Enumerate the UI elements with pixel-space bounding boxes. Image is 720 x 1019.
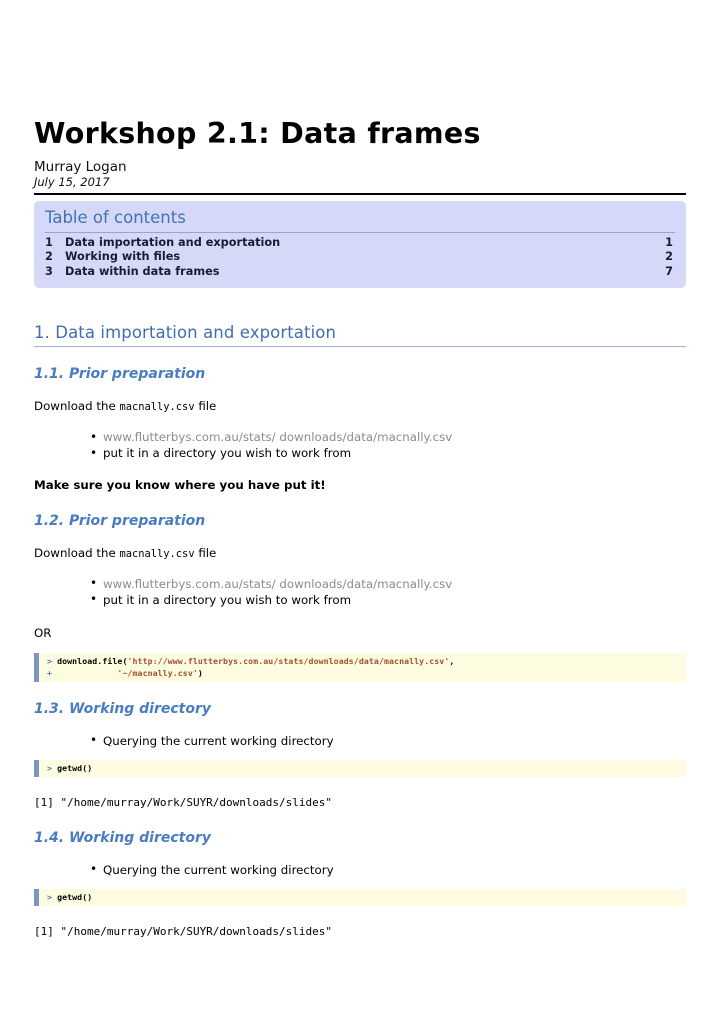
code-function-name: getwd() [57,891,93,902]
toc-entry-label: Working with files [65,250,181,264]
filename-code-1-1: macnally.csv [119,401,195,414]
toc-entry[interactable]: 1 Data importation and exportation 1 [45,236,675,251]
r-prompt-icon: > [47,891,58,902]
list-item: put it in a directory you wish to work f… [90,445,686,462]
code-string-destination: '~/macnally.csv' [117,667,198,678]
bullet-list-1-4: Querying the current working directory [34,861,686,878]
bullet-list-1-3: Querying the current working directory [34,732,686,749]
toc-entry-page: 1 [665,235,673,249]
document-page: Workshop 2.1: Data frames Murray Logan J… [0,0,720,1019]
section-heading-1-2: 1.2. Prior preparation [34,512,206,529]
or-label: OR [34,626,52,641]
code-comma: , [449,656,455,667]
list-item: www.flutterbys.com.au/stats/ downloads/d… [90,575,686,592]
bullet-list-1-1: www.flutterbys.com.au/stats/ downloads/d… [34,429,686,462]
document-author: Murray Logan [34,158,127,175]
table-of-contents: Table of contents 1 Data importation and… [34,200,686,288]
title-divider [34,192,686,195]
section-heading-1-3: 1.3. Working directory [34,701,212,718]
toc-entry-label: Data importation and exportation [65,235,281,249]
download-url-link[interactable]: www.flutterbys.com.au/stats/ downloads/d… [103,430,452,444]
r-prompt-icon: > [47,656,58,667]
section-heading-1: 1. Data importation and exportation [34,322,337,342]
toc-entry-label: Data within data frames [65,264,220,278]
code-string-url: 'http://www.flutterbys.com.au/stats/down… [127,656,450,667]
section-1-divider [34,345,686,347]
code-output-1: [1] "/home/murray/Work/SUYR/downloads/sl… [34,796,333,810]
section-heading-1-4: 1.4. Working directory [34,830,212,847]
toc-entry[interactable]: 2 Working with files 2 [45,250,675,265]
download-text-before: Download the [34,399,120,414]
download-instruction-1-2: Download the macnally.csv file [34,546,686,562]
emphasis-note-1-1: Make sure you know where you have put it… [34,477,326,492]
list-item: Querying the current working directory [90,861,686,878]
code-block-getwd-1: > getwd() [34,759,686,778]
filename-code-1-2: macnally.csv [119,547,195,560]
toc-entry-page: 2 [665,250,673,264]
code-block-getwd-2: > getwd() [34,888,686,907]
toc-entry-number: 1 [45,235,53,249]
toc-entry-number: 3 [45,264,53,278]
code-function-name: getwd() [57,762,93,773]
page-title: Workshop 2.1: Data frames [34,117,481,150]
code-output-2: [1] "/home/murray/Work/SUYR/downloads/sl… [34,925,333,939]
r-continuation-icon: + [47,667,58,678]
download-url-link[interactable]: www.flutterbys.com.au/stats/ downloads/d… [103,577,452,591]
bullet-list-1-2: www.flutterbys.com.au/stats/ downloads/d… [34,575,686,608]
toc-entry-number: 2 [45,250,53,264]
title-block: Workshop 2.1: Data frames Murray Logan J… [34,0,686,190]
code-block-download-file: > download.file('http://www.flutterbys.c… [34,653,686,683]
section-heading-1-1: 1.1. Prior preparation [34,365,206,382]
toc-divider [45,231,675,233]
toc-list: 1 Data importation and exportation 1 2 W… [45,236,675,280]
download-text-after: file [194,399,217,414]
toc-entry-page: 7 [665,264,673,278]
download-text-before: Download the [34,545,120,560]
list-item: put it in a directory you wish to work f… [90,591,686,608]
document-date: July 15, 2017 [34,175,110,190]
code-close-paren: ) [197,667,203,678]
list-item: Querying the current working directory [90,732,686,749]
download-text-after: file [194,545,217,560]
toc-entry[interactable]: 3 Data within data frames 7 [45,265,675,280]
toc-heading: Table of contents [45,207,186,227]
download-instruction-1-1: Download the macnally.csv file [34,399,686,415]
code-function-name: download.file( [57,656,128,667]
r-prompt-icon: > [47,762,58,773]
list-item: www.flutterbys.com.au/stats/ downloads/d… [90,429,686,446]
